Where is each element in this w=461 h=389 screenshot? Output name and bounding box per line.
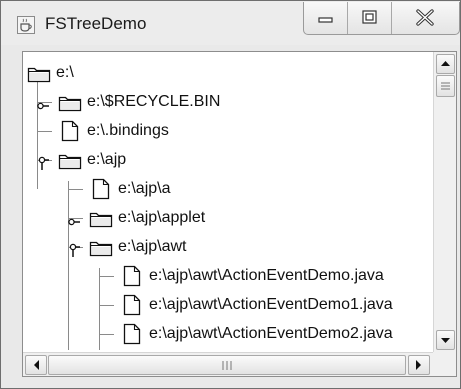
expand-handle-icon[interactable] (68, 214, 80, 232)
fstreedemo-window: FSTreeDemo e:\ e:\$RECYCLE.BIN e:\.bindi… (0, 0, 461, 389)
folder-icon (58, 152, 82, 175)
tree-folder-node[interactable]: e:\ajp\awt (23, 233, 433, 262)
scroll-corner (433, 352, 456, 376)
folder-icon (27, 65, 51, 88)
tree-node-label: e:\ajp\applet (118, 209, 206, 226)
tree-panel: e:\ e:\$RECYCLE.BIN e:\.bindings e:\ajp e:\a… (22, 51, 457, 377)
tree-node-label: e:\ajp\awt\ActionEventDemo1.java (149, 296, 393, 313)
vertical-scroll-thumb[interactable] (436, 75, 455, 97)
scroll-up-button[interactable] (436, 54, 455, 74)
expand-handle-icon[interactable] (37, 98, 49, 116)
maximize-icon (362, 10, 377, 24)
tree-file-node[interactable]: e:\.bindings (23, 117, 433, 146)
title-bar[interactable]: FSTreeDemo (1, 1, 460, 45)
tree-file-node[interactable]: e:\ajp\awt\ActionEventDemo2.java (23, 320, 433, 349)
tree-folder-node[interactable]: e:\ajp\applet (23, 204, 433, 233)
horizontal-scroll-thumb[interactable] (48, 355, 406, 375)
close-button[interactable] (392, 2, 459, 34)
file-icon (123, 265, 141, 292)
vertical-scrollbar[interactable] (433, 52, 456, 352)
collapse-handle-icon[interactable] (37, 156, 49, 175)
arrow-up-icon (441, 61, 450, 66)
tree-connector-line (38, 131, 52, 132)
file-system-tree[interactable]: e:\ e:\$RECYCLE.BIN e:\.bindings e:\ajp e:\a… (23, 52, 433, 350)
arrow-right-icon (416, 360, 421, 370)
maximize-button[interactable] (348, 2, 392, 34)
arrow-down-icon (441, 338, 450, 343)
tree-node-label: e:\ajp\awt (118, 238, 187, 255)
close-icon (416, 9, 434, 26)
tree-node-label: e:\ (56, 64, 74, 81)
tree-file-node[interactable]: e:\ajp\a (23, 175, 433, 204)
file-icon (92, 178, 110, 205)
folder-icon (89, 239, 113, 262)
tree-node-label: e:\$RECYCLE.BIN (87, 93, 221, 110)
scroll-left-button[interactable] (25, 355, 47, 375)
collapse-handle-icon[interactable] (68, 243, 80, 262)
tree-node-label: e:\ajp (87, 151, 127, 168)
minimize-icon (318, 17, 333, 23)
tree-node-label: e:\ajp\a (118, 180, 171, 197)
horizontal-scrollbar[interactable] (23, 352, 433, 376)
file-icon (123, 294, 141, 321)
tree-file-node[interactable] (23, 349, 433, 350)
tree-file-node[interactable]: e:\ajp\awt\ActionEventDemo1.java (23, 291, 433, 320)
grip-icon (222, 361, 232, 370)
scroll-right-button[interactable] (408, 355, 430, 375)
tree-connector-line (100, 276, 114, 277)
tree-file-node[interactable]: e:\ajp\awt\ActionEventDemo.java (23, 262, 433, 291)
tree-folder-node[interactable]: e:\$RECYCLE.BIN (23, 88, 433, 117)
tree-connector-line (100, 334, 114, 335)
java-coffee-cup-icon (17, 16, 35, 34)
tree-folder-node[interactable]: e:\ajp (23, 146, 433, 175)
window-controls (303, 2, 460, 35)
file-icon (123, 323, 141, 350)
tree-node-label: e:\ajp\awt\ActionEventDemo.java (149, 267, 384, 284)
scroll-down-button[interactable] (436, 330, 455, 350)
folder-icon (89, 210, 113, 233)
file-icon (61, 120, 79, 147)
minimize-button[interactable] (304, 2, 348, 34)
tree-folder-node[interactable]: e:\ (23, 59, 433, 88)
folder-icon (58, 94, 82, 117)
tree-node-label: e:\.bindings (87, 122, 169, 139)
arrow-left-icon (34, 360, 39, 370)
tree-connector-line (100, 305, 114, 306)
tree-node-label: e:\ajp\awt\ActionEventDemo2.java (149, 325, 393, 342)
window-title: FSTreeDemo (45, 14, 147, 33)
grip-icon (441, 82, 450, 90)
tree-connector-line (69, 189, 83, 190)
